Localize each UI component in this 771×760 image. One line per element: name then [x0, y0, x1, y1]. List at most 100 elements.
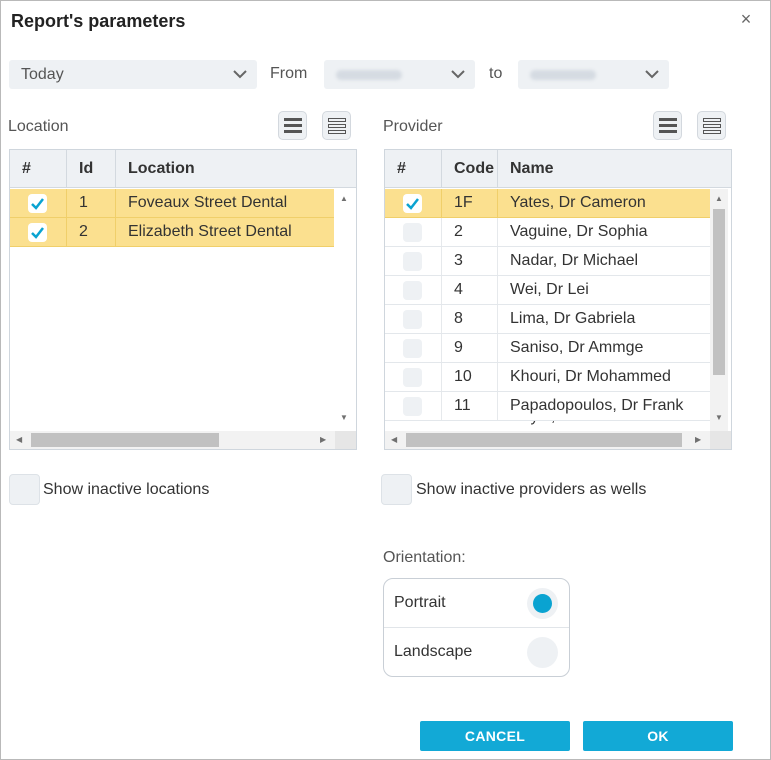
row-checkbox[interactable] — [403, 281, 422, 300]
scroll-right-icon[interactable]: ▶ — [695, 436, 701, 444]
row-checkbox[interactable] — [403, 252, 422, 271]
checkmark-icon — [31, 198, 44, 210]
orientation-option-label: Landscape — [394, 643, 473, 660]
close-icon[interactable]: × — [737, 9, 755, 29]
location-grid-header: # Id Location — [10, 150, 356, 188]
chevron-down-icon — [645, 70, 659, 79]
list-outline-icon — [328, 118, 346, 134]
row-checkbox[interactable] — [403, 194, 422, 213]
from-date-value — [336, 70, 402, 80]
scroll-thumb[interactable] — [406, 433, 682, 447]
location-horizontal-scrollbar[interactable]: ◀ ▶ — [10, 431, 335, 449]
location-clear-all-button[interactable] — [322, 111, 351, 140]
scroll-up-icon[interactable]: ▲ — [715, 195, 723, 203]
row-checkbox-cell — [385, 218, 442, 246]
col-header-code[interactable]: Code — [442, 150, 498, 188]
location-row[interactable]: 2 Elizabeth Street Dental — [10, 218, 334, 247]
provider-row[interactable]: 11 Papadopoulos, Dr Frank — [385, 392, 710, 421]
provider-row[interactable]: 1F Yates, Dr Cameron — [385, 189, 710, 218]
col-header-id[interactable]: Id — [67, 150, 116, 188]
row-checkbox[interactable] — [403, 368, 422, 387]
location-select-all-button[interactable] — [278, 111, 307, 140]
row-checkbox[interactable] — [403, 223, 422, 242]
provider-grid-header: # Code Name — [385, 150, 731, 188]
row-checkbox[interactable] — [28, 194, 47, 213]
location-id: 2 — [67, 218, 116, 246]
row-checkbox-cell — [385, 305, 442, 333]
to-date-value — [530, 70, 596, 80]
checkmark-icon — [406, 198, 419, 210]
location-row[interactable]: 1 Foveaux Street Dental — [10, 189, 334, 218]
row-checkbox[interactable] — [403, 339, 422, 358]
list-bold-icon — [659, 118, 677, 133]
radio-button-landscape[interactable] — [527, 637, 558, 668]
location-name: Elizabeth Street Dental — [128, 223, 292, 240]
row-checkbox[interactable] — [403, 310, 422, 329]
provider-name: Wei, Dr Lei — [510, 281, 589, 298]
provider-code: 3 — [442, 247, 498, 275]
scroll-right-icon[interactable]: ▶ — [320, 436, 326, 444]
dialog-title: Report's parameters — [11, 11, 186, 31]
checkmark-icon — [31, 227, 44, 239]
list-outline-icon — [703, 118, 721, 134]
scroll-thumb[interactable] — [31, 433, 219, 447]
scroll-corner — [710, 431, 731, 449]
show-inactive-locations-label[interactable]: Show inactive locations — [43, 481, 209, 499]
provider-name: Lima, Dr Gabriela — [510, 310, 636, 327]
provider-label: Provider — [383, 118, 443, 135]
scroll-left-icon[interactable]: ◀ — [391, 436, 397, 444]
location-vertical-scrollbar[interactable]: ▲ ▼ — [335, 189, 353, 431]
provider-horizontal-scrollbar[interactable]: ◀ ▶ — [385, 431, 710, 449]
provider-row[interactable]: 3 Nadar, Dr Michael — [385, 247, 710, 276]
col-header-hash[interactable]: # — [385, 150, 442, 188]
provider-vertical-scrollbar[interactable]: ▲ ▼ — [710, 189, 728, 431]
provider-row[interactable]: 9 Saniso, Dr Ammge — [385, 334, 710, 363]
location-label: Location — [8, 118, 69, 135]
provider-row[interactable]: 10 Khouri, Dr Mohammed — [385, 363, 710, 392]
orientation-option-portrait[interactable]: Portrait — [384, 579, 569, 628]
row-checkbox-cell — [385, 334, 442, 362]
orientation-option-landscape[interactable]: Landscape — [384, 628, 569, 677]
orientation-label: Orientation: — [383, 549, 466, 566]
list-bold-icon — [284, 118, 302, 133]
show-inactive-providers-checkbox[interactable] — [381, 474, 412, 505]
report-parameters-dialog: Report's parameters × Today From to Loca… — [0, 0, 771, 760]
row-checkbox-cell — [385, 363, 442, 391]
radio-selected-dot — [533, 594, 552, 613]
ok-button[interactable]: OK — [583, 721, 733, 751]
provider-row[interactable]: 2 Vaguine, Dr Sophia — [385, 218, 710, 247]
provider-code: 10 — [442, 363, 498, 391]
row-checkbox[interactable] — [28, 223, 47, 242]
location-grid: # Id Location 1 Foveaux Street Dental 2 … — [9, 149, 357, 450]
row-checkbox-cell — [385, 276, 442, 304]
scroll-thumb[interactable] — [713, 209, 725, 375]
show-inactive-providers-label[interactable]: Show inactive providers as wells — [416, 481, 646, 499]
row-checkbox[interactable] — [403, 397, 422, 416]
provider-row[interactable]: 4 Wei, Dr Lei — [385, 276, 710, 305]
to-date-select[interactable] — [518, 60, 669, 89]
col-header-hash[interactable]: # — [10, 150, 67, 188]
provider-clear-all-button[interactable] — [697, 111, 726, 140]
scroll-corner — [335, 431, 356, 449]
from-date-select[interactable] — [324, 60, 475, 89]
provider-grid: # Code Name 1F Yates, Dr Cameron 2 Vaguine,… — [384, 149, 732, 450]
scroll-down-icon[interactable]: ▼ — [715, 414, 723, 422]
scroll-down-icon[interactable]: ▼ — [340, 414, 348, 422]
provider-name: Yates, Dr Cameron — [510, 194, 646, 211]
provider-code: 9 — [442, 334, 498, 362]
scroll-up-icon[interactable]: ▲ — [340, 195, 348, 203]
provider-select-all-button[interactable] — [653, 111, 682, 140]
col-header-name[interactable]: Name — [498, 150, 731, 188]
show-inactive-locations-checkbox[interactable] — [9, 474, 40, 505]
chevron-down-icon — [451, 70, 465, 79]
cancel-button[interactable]: CANCEL — [420, 721, 570, 751]
period-select[interactable]: Today — [9, 60, 257, 89]
orientation-option-label: Portrait — [394, 594, 446, 611]
provider-row[interactable]: 8 Lima, Dr Gabriela — [385, 305, 710, 334]
provider-code: 11 — [442, 392, 498, 420]
provider-name: Papadopoulos, Dr Frank — [510, 397, 684, 414]
scroll-left-icon[interactable]: ◀ — [16, 436, 22, 444]
row-checkbox-cell — [10, 218, 67, 246]
radio-button-portrait[interactable] — [527, 588, 558, 619]
col-header-location[interactable]: Location — [116, 150, 340, 188]
